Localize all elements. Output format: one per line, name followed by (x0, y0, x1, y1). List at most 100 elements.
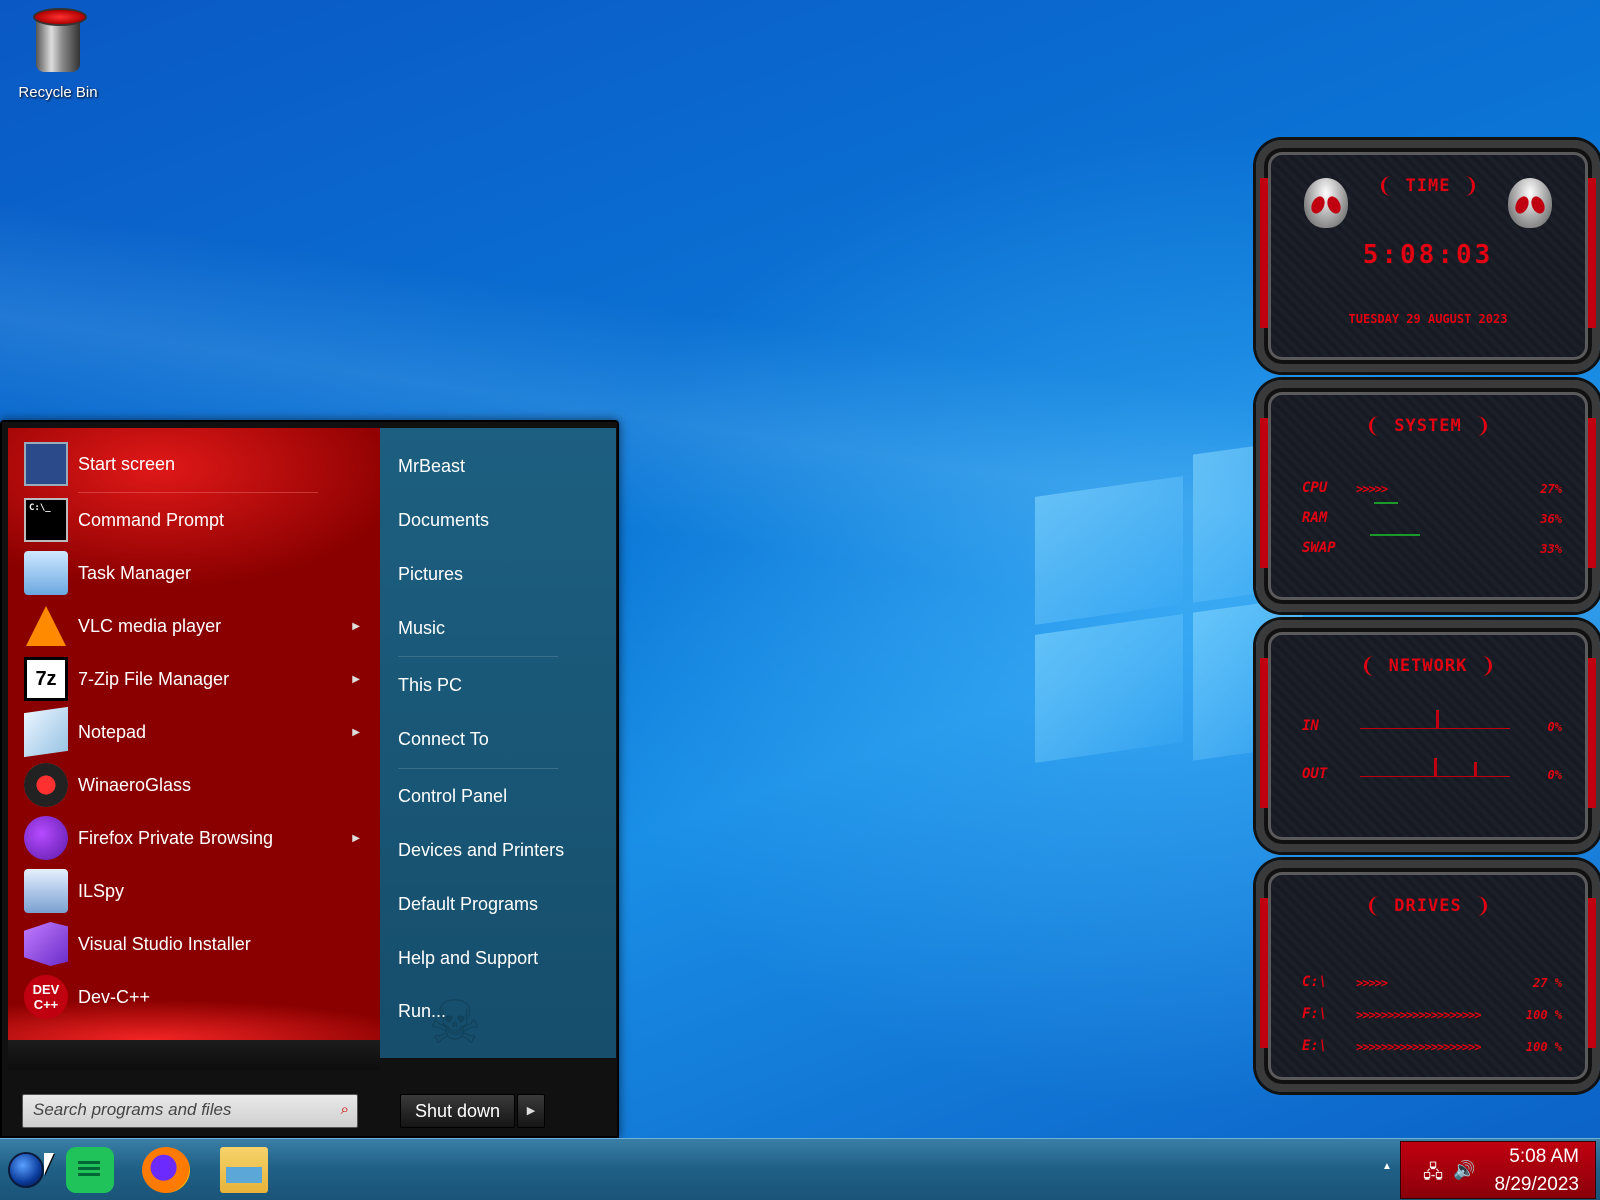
drive-e-label: E:\ (1302, 1038, 1328, 1054)
place-default-programs[interactable]: Default Programs (398, 894, 538, 915)
drive-c-label: C:\ (1302, 974, 1328, 990)
winaero-glass-icon (24, 763, 68, 807)
place-user-folder[interactable]: MrBeast (398, 456, 465, 477)
volume-icon[interactable]: 🔊 (1453, 1160, 1475, 1181)
place-control-panel[interactable]: Control Panel (398, 786, 507, 807)
program-label: Visual Studio Installer (78, 933, 251, 954)
program-label: 7-Zip File Manager (78, 668, 230, 689)
start-button[interactable] (8, 1152, 44, 1188)
place-music[interactable]: Music (398, 618, 445, 639)
program-dev-cpp[interactable]: DEV C++ Dev-C++ (24, 973, 374, 1021)
drive-c-bar: >>>>> (1356, 976, 1388, 990)
submenu-arrow-icon[interactable]: ▶ (352, 621, 360, 632)
program-visual-studio-installer[interactable]: Visual Studio Installer (24, 920, 374, 968)
gadget-date: TUESDAY 29 AUGUST 2023 (1348, 312, 1508, 326)
shutdown-button[interactable]: Shut down (400, 1094, 515, 1128)
gadget-title: SYSTEM (1264, 416, 1592, 436)
taskbar: ▲ 🖧 🔊 5:08 AM 8/29/2023 (0, 1138, 1600, 1200)
command-prompt-icon: C:\_ (24, 498, 68, 542)
program-firefox-private[interactable]: Firefox Private Browsing ▶ (24, 814, 374, 862)
show-hidden-icons-icon[interactable]: ▲ (1382, 1161, 1392, 1172)
notepad-icon (24, 706, 68, 758)
place-pictures[interactable]: Pictures (398, 564, 463, 585)
submenu-arrow-icon[interactable]: ▶ (352, 727, 360, 738)
program-7zip[interactable]: 7z 7-Zip File Manager ▶ (24, 655, 374, 703)
place-connect-to[interactable]: Connect To (398, 729, 489, 750)
network-out-label: OUT (1302, 766, 1328, 782)
skull-watermark-icon: ☠ (428, 989, 482, 1056)
shutdown-options-arrow-icon[interactable]: ▶ (517, 1094, 545, 1128)
program-task-manager[interactable]: Task Manager (24, 549, 374, 597)
tray-clock-time[interactable]: 5:08 AM (1509, 1146, 1579, 1168)
file-explorer-icon[interactable] (220, 1147, 268, 1193)
program-label: WinaeroGlass (78, 774, 192, 795)
place-help-support[interactable]: Help and Support (398, 948, 538, 969)
time-gadget[interactable]: TIME 5:08:03 TUESDAY 29 AUGUST 2023 (1256, 140, 1600, 372)
task-manager-icon (24, 551, 68, 595)
drive-f-label: F:\ (1302, 1006, 1328, 1022)
program-label: Task Manager (78, 562, 192, 583)
submenu-arrow-icon[interactable]: ▶ (352, 833, 360, 844)
place-this-pc[interactable]: This PC (398, 675, 462, 696)
firefox-private-icon (24, 816, 68, 860)
drive-e-bar: >>>>>>>>>>>>>>>>>>>> (1356, 1040, 1481, 1054)
search-placeholder: Search programs and files (33, 1100, 232, 1119)
drive-f-value: 100 % (1525, 1008, 1562, 1022)
tray-clock-date[interactable]: 8/29/2023 (1494, 1174, 1579, 1196)
program-notepad[interactable]: Notepad ▶ (24, 706, 374, 758)
gadget-title: NETWORK (1264, 656, 1592, 676)
firefox-icon[interactable] (142, 1147, 190, 1193)
network-out-value: 0% (1547, 768, 1562, 782)
program-label: ILSpy (78, 880, 125, 901)
gadget-title: DRIVES (1264, 896, 1592, 916)
program-ilspy[interactable]: ILSpy (24, 867, 374, 915)
network-gadget[interactable]: NETWORK IN 0% OUT 0% (1256, 620, 1600, 852)
cpu-bar: >>>>> (1356, 482, 1388, 496)
swap-label: SWAP (1302, 540, 1336, 556)
system-gadget[interactable]: SYSTEM CPU >>>>> 27% RAM 36% SWAP 33% (1256, 380, 1600, 612)
network-in-graph (1360, 728, 1510, 729)
drives-gadget[interactable]: DRIVES C:\ >>>>> 27 % F:\ >>>>>>>>>>>>>>… (1256, 860, 1600, 1092)
vlc-icon (24, 604, 68, 648)
mouse-cursor-icon (44, 1153, 54, 1175)
place-devices-printers[interactable]: Devices and Printers (398, 840, 564, 861)
network-out-graph (1360, 776, 1510, 777)
place-documents[interactable]: Documents (398, 510, 489, 531)
program-label: Command Prompt (78, 509, 225, 530)
dev-cpp-icon: DEV C++ (24, 975, 68, 1019)
drive-c-value: 27 % (1533, 976, 1562, 990)
windows-logo (1035, 423, 1303, 777)
seven-zip-icon: 7z (24, 657, 68, 701)
search-icon[interactable]: ⌕ (341, 1101, 349, 1118)
start-menu-programs-pane: Start screen C:\_ Command Prompt Task Ma… (8, 428, 380, 1040)
ilspy-icon (24, 869, 68, 913)
recycle-bin-icon (33, 8, 87, 72)
program-start-screen[interactable]: Start screen (24, 440, 374, 488)
start-menu-places-pane: MrBeast Documents Pictures Music This PC… (380, 428, 616, 1058)
notes-app-icon[interactable] (66, 1147, 114, 1193)
network-in-value: 0% (1547, 720, 1562, 734)
gadget-clock: 5:08:03 (1362, 240, 1494, 270)
network-in-label: IN (1302, 718, 1319, 734)
program-winaeroglass[interactable]: WinaeroGlass (24, 761, 374, 809)
program-vlc[interactable]: VLC media player ▶ (24, 602, 374, 650)
cpu-value: 27% (1540, 482, 1562, 496)
search-input[interactable]: Search programs and files ⌕ (22, 1094, 358, 1128)
program-label: Start screen (78, 453, 176, 474)
ram-value: 36% (1540, 512, 1562, 526)
program-label: Dev-C++ (78, 986, 151, 1007)
cpu-label: CPU (1302, 480, 1328, 496)
visual-studio-installer-icon (24, 922, 68, 966)
desktop-icon-recycle-bin[interactable]: Recycle Bin (10, 8, 106, 101)
swap-value: 33% (1540, 542, 1562, 556)
start-screen-icon (24, 442, 68, 486)
network-icon[interactable]: 🖧 (1423, 1160, 1443, 1190)
ram-label: RAM (1302, 510, 1328, 526)
place-run[interactable]: Run... (398, 1001, 446, 1022)
program-label: Notepad (78, 721, 147, 742)
program-command-prompt[interactable]: C:\_ Command Prompt (24, 496, 374, 544)
submenu-arrow-icon[interactable]: ▶ (352, 674, 360, 685)
all-programs-strip[interactable] (8, 1040, 380, 1070)
drive-f-bar: >>>>>>>>>>>>>>>>>>>> (1356, 1008, 1481, 1022)
drive-e-value: 100 % (1525, 1040, 1562, 1054)
